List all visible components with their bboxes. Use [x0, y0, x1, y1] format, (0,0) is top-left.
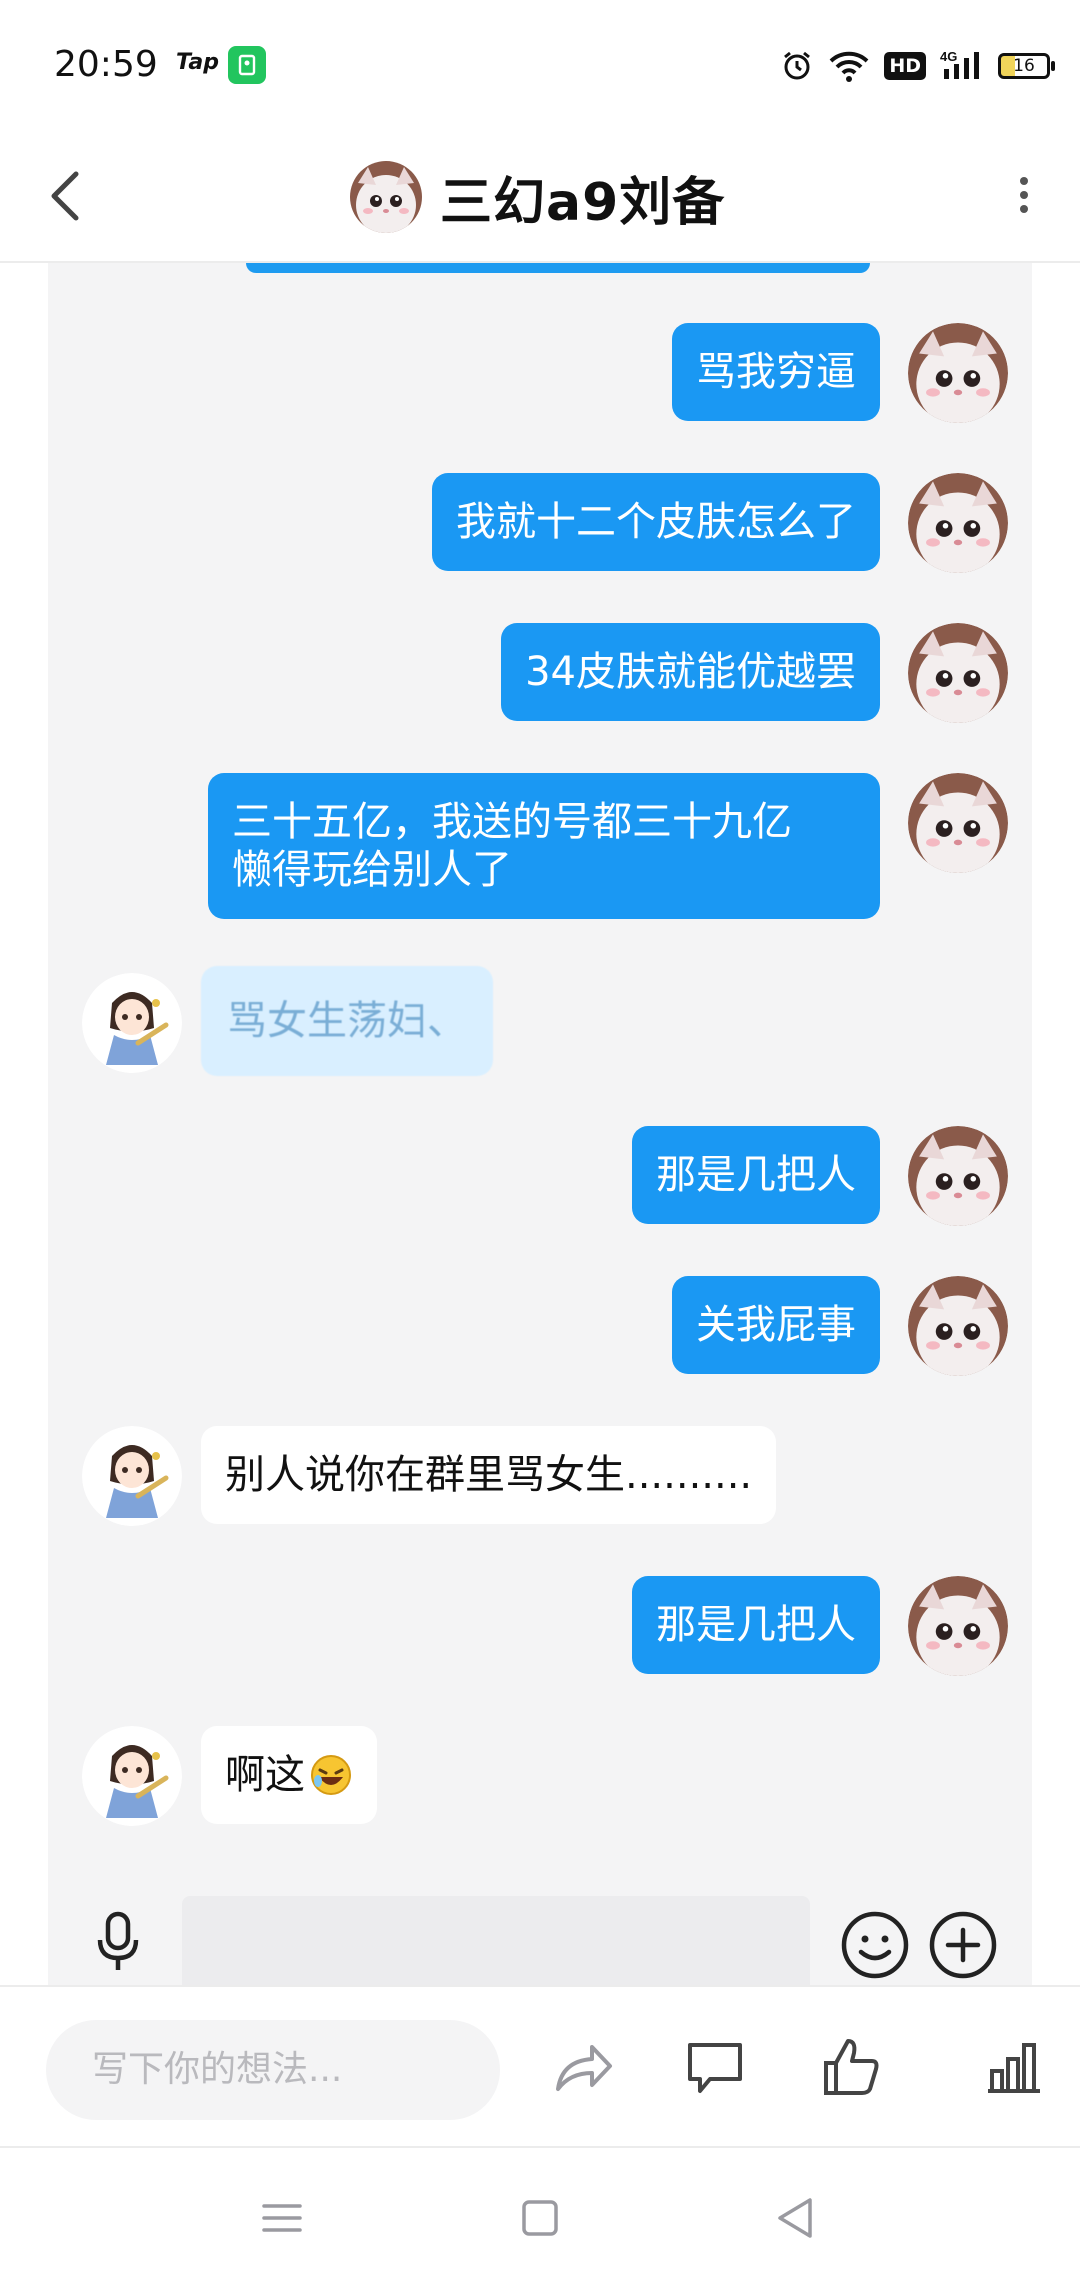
comment-input[interactable]: 写下你的想法...: [46, 2020, 500, 2120]
self-avatar[interactable]: [908, 623, 1008, 723]
message-text-input[interactable]: [182, 1896, 810, 1996]
header-title-group[interactable]: 三幻a9刘备: [350, 142, 725, 252]
thumbs-up-icon[interactable]: [816, 2033, 886, 2103]
self-avatar[interactable]: [908, 1126, 1008, 1226]
comment-action-bar: 写下你的想法...: [0, 1985, 1080, 2148]
outgoing-message-bubble[interactable]: 我就十二个皮肤怎么了: [432, 473, 880, 571]
laughing-emoji-icon: [311, 1755, 351, 1795]
alarm-icon: [784, 51, 811, 80]
battery-icon: 16: [998, 53, 1055, 79]
more-vertical-icon[interactable]: [1004, 160, 1044, 230]
self-avatar[interactable]: [908, 1276, 1008, 1376]
comment-icon[interactable]: [680, 2033, 750, 2103]
plus-circle-icon[interactable]: [928, 1910, 998, 1980]
incoming-message-bubble[interactable]: 啊这: [201, 1726, 377, 1824]
triangle-back-icon[interactable]: [766, 2188, 826, 2248]
self-avatar[interactable]: [908, 773, 1008, 873]
bar-chart-icon[interactable]: [978, 2033, 1048, 2103]
contact-avatar[interactable]: [350, 161, 422, 233]
app-notification-icon: [228, 46, 266, 84]
outgoing-message-bubble[interactable]: 三十五亿，我送的号都三十九亿 懒得玩给别人了: [208, 773, 880, 919]
battery-level: 16: [1013, 56, 1035, 76]
contact-avatar-small[interactable]: [82, 973, 182, 1073]
self-avatar[interactable]: [908, 473, 1008, 573]
system-navigation-bar: [0, 2148, 1080, 2280]
signal-4g-icon: 4G: [940, 49, 979, 79]
smiley-icon[interactable]: [840, 1910, 910, 1980]
outgoing-message-bubble[interactable]: 那是几把人: [632, 1126, 880, 1224]
status-time: 20:59: [54, 44, 158, 85]
outgoing-message-bubble[interactable]: 关我屁事: [672, 1276, 880, 1374]
chat-header: 三幻a9刘备: [0, 130, 1080, 263]
self-avatar[interactable]: [908, 323, 1008, 423]
status-bar: 20:59 Tap HD 4G 16: [0, 0, 1080, 130]
square-home-icon[interactable]: [510, 2188, 570, 2248]
outgoing-message-bubble[interactable]: 34皮肤就能优越罢: [501, 623, 880, 721]
hd-icon: HD: [884, 52, 926, 80]
previous-message-edge: [246, 263, 870, 273]
incoming-message-bubble[interactable]: 骂女生荡妇、: [201, 966, 493, 1076]
back-arrow-icon[interactable]: [40, 156, 100, 236]
share-icon[interactable]: [548, 2033, 618, 2103]
outgoing-message-bubble[interactable]: 那是几把人: [632, 1576, 880, 1674]
menu-icon[interactable]: [252, 2188, 312, 2248]
incoming-message-bubble[interactable]: 别人说你在群里骂女生..........: [201, 1426, 777, 1524]
tap-app-icon: Tap: [176, 50, 219, 75]
contact-avatar-small[interactable]: [82, 1426, 182, 1526]
svg-text:4G: 4G: [940, 49, 957, 64]
self-avatar[interactable]: [908, 1576, 1008, 1676]
message-input-bar: [48, 1870, 1032, 1996]
contact-avatar-small[interactable]: [82, 1726, 182, 1826]
microphone-icon[interactable]: [88, 1908, 148, 1978]
outgoing-message-bubble[interactable]: 骂我穷逼: [672, 323, 880, 421]
wifi-icon: [829, 51, 869, 82]
page-title: 三幻a9刘备: [440, 172, 726, 233]
status-icons: HD 4G 16: [780, 46, 1055, 86]
chat-message-list[interactable]: 骂我穷逼 我就十二个皮肤怎么了 34皮肤就能优越罢 三十五亿，我送的号都三十九亿…: [48, 263, 1032, 1870]
message-text: 啊这: [225, 1752, 305, 1798]
